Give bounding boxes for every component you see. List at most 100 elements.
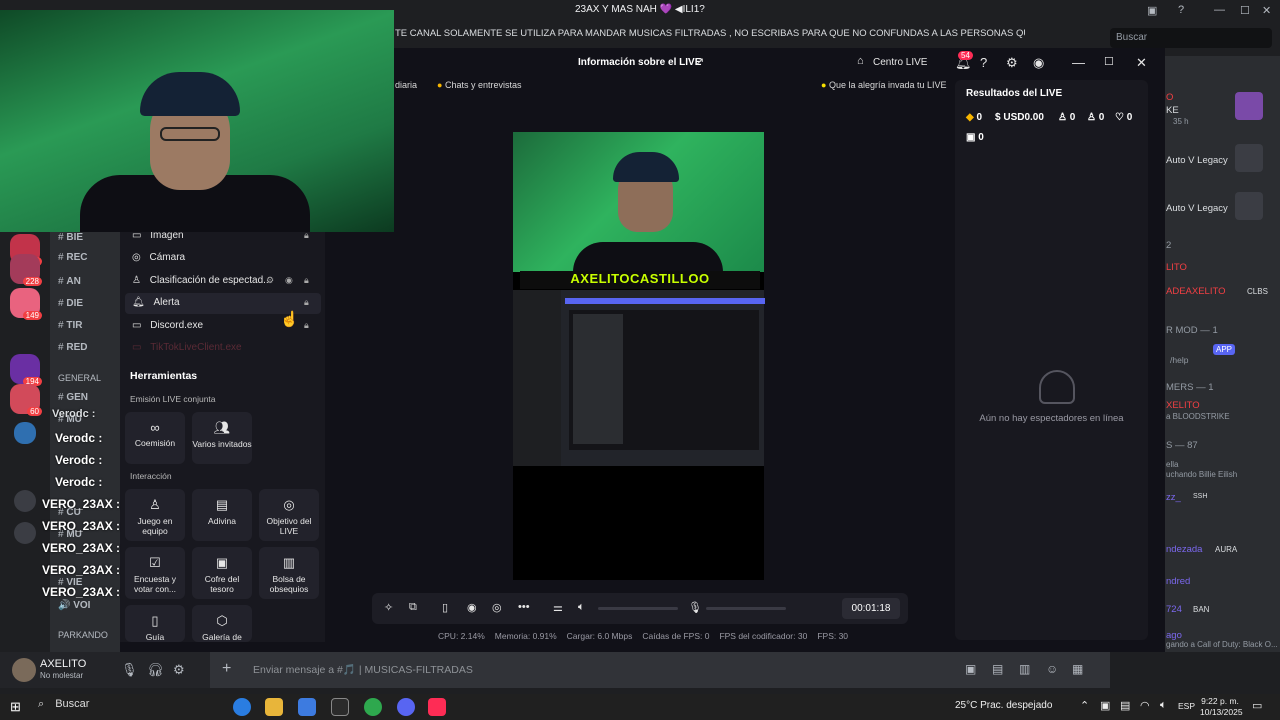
discord-search-input[interactable]: Buscar	[1110, 28, 1272, 48]
channel-item[interactable]: # REC	[58, 252, 87, 263]
help-icon[interactable]: ?	[1178, 4, 1184, 16]
guess-button[interactable]: ▤ Adivina	[192, 489, 252, 541]
taskbar-search[interactable]: ⌕ Buscar	[38, 698, 89, 711]
scene-tab[interactable]: ● Que la alegría invada tu LIVE	[821, 80, 947, 90]
message-input[interactable]: Enviar mensaje a #🎵 | MUSICAS-FILTRADAS	[253, 663, 473, 676]
close-icon[interactable]: ✕	[1262, 4, 1271, 17]
link-icon: ∞	[150, 420, 160, 435]
share-icon[interactable]: ↗	[695, 55, 704, 68]
channel-item[interactable]: # DIE	[58, 298, 83, 309]
live-goal-button[interactable]: ◎ Objetivo del LIVE	[259, 489, 319, 541]
target-icon: ◎	[283, 497, 295, 512]
channel-item[interactable]: # BIE	[58, 232, 83, 243]
sticker-icon[interactable]: ▥	[1019, 662, 1030, 676]
server-icon[interactable]: 149	[10, 288, 42, 320]
tray-icon[interactable]: ▤	[1120, 699, 1130, 712]
avatar[interactable]	[12, 658, 36, 682]
microphone-icon[interactable]: 🎙︎	[121, 662, 138, 678]
centro-live-link[interactable]: Centro LIVE	[873, 57, 927, 68]
gif-icon[interactable]: ▤	[992, 662, 1003, 676]
live-info-title[interactable]: Información sobre el LIVE	[578, 57, 701, 68]
record-icon[interactable]: ◉	[467, 601, 477, 614]
source-item[interactable]: 🔔︎ Alerta	[132, 297, 180, 308]
edge-icon[interactable]	[233, 698, 251, 716]
apps-icon[interactable]: ▦	[1072, 662, 1083, 676]
avatar[interactable]: ◉	[1033, 55, 1044, 71]
server-icon[interactable]: 228	[10, 254, 42, 286]
more-icon[interactable]: •••	[518, 601, 530, 613]
lock-icon[interactable]: 🔒︎	[304, 320, 309, 331]
close-icon[interactable]: ✕	[1136, 55, 1147, 71]
add-source-icon[interactable]: ⧉	[409, 601, 417, 614]
explorer-icon[interactable]	[265, 698, 283, 716]
interaction-title: Interacción	[130, 471, 172, 481]
sources-tools-panel: ▭ Imagen 🔒︎ ◎ Cámara ♙ Clasificación de …	[120, 230, 325, 642]
emoji-icon[interactable]: ☺	[1046, 662, 1058, 676]
magic-wand-icon[interactable]: ✧	[384, 601, 393, 614]
wifi-icon[interactable]: ◠	[1140, 699, 1150, 712]
volume-slider[interactable]	[598, 607, 678, 610]
maximize-icon[interactable]: ☐	[1240, 4, 1250, 17]
microphone-icon[interactable]: 🎙︎	[688, 601, 702, 614]
camera-icon[interactable]: ◎	[492, 601, 502, 614]
source-item[interactable]: ♙ Clasificación de espectad...	[132, 275, 271, 286]
speaker-icon[interactable]: 🔈︎	[578, 601, 585, 614]
mic-slider[interactable]	[706, 607, 786, 610]
server-icon[interactable]: 194	[10, 354, 42, 386]
minimize-icon[interactable]: —	[1072, 55, 1085, 70]
help-icon[interactable]: ?	[980, 55, 987, 70]
maximize-icon[interactable]: ☐	[1104, 55, 1114, 68]
window-title: 23AX Y MAS NAH 💜 ◀ILI1?	[575, 4, 705, 15]
studio-header: Información sobre el LIVE ↗ ⌂ Centro LIV…	[395, 48, 1165, 78]
phone-icon[interactable]: ▯	[442, 601, 448, 614]
gallery-button[interactable]: ⬡ Galería de	[192, 605, 252, 642]
team-game-button[interactable]: ♙ Juego en equipo	[125, 489, 185, 541]
category-general[interactable]: GENERAL	[58, 373, 101, 383]
lock-icon[interactable]: 🔒︎	[304, 275, 309, 286]
settings-icon[interactable]: ⚙	[266, 275, 274, 286]
username[interactable]: AXELITO	[40, 658, 86, 670]
chrome-icon[interactable]	[364, 698, 382, 716]
source-item[interactable]: ▭ Discord.exe	[132, 320, 203, 331]
category-parkando[interactable]: PARKANDO	[58, 630, 108, 640]
gift-icon[interactable]: ▣	[965, 662, 976, 676]
scene-tab[interactable]: ● Chats y entrevistas	[437, 80, 521, 90]
gift-bag-button[interactable]: ▥ Bolsa de obsequios	[259, 547, 319, 599]
add-attachment-icon[interactable]: +	[222, 660, 231, 678]
poll-button[interactable]: ☑ Encuesta y votar con...	[125, 547, 185, 599]
user-status: No molestar	[40, 671, 84, 680]
windows-start-icon[interactable]: ⊞	[10, 699, 21, 715]
scene-tab[interactable]: diaria	[395, 80, 417, 90]
source-item[interactable]: ▭ TikTokLiveClient.exe	[132, 342, 242, 353]
headphones-icon[interactable]: 🎧︎	[147, 662, 164, 678]
weather-widget[interactable]: 25°C Prac. despejado	[955, 700, 1052, 711]
channel-item[interactable]: # GEN	[58, 392, 88, 403]
channel-item[interactable]: # TIR	[58, 320, 82, 331]
tray-icon[interactable]: ▣	[1100, 699, 1110, 712]
mixer-icon[interactable]: ⚌	[553, 601, 563, 614]
channel-item[interactable]: # RED	[58, 342, 87, 353]
inbox-icon[interactable]: ▣	[1147, 4, 1157, 17]
discord-icon[interactable]	[397, 698, 415, 716]
guide-button[interactable]: ▯ Guía	[125, 605, 185, 642]
store-icon[interactable]	[298, 698, 316, 716]
app-icon[interactable]	[331, 698, 349, 716]
multi-guest-button[interactable]: 👥︎ Varios invitados	[192, 412, 252, 464]
channel-item[interactable]: # AN	[58, 276, 81, 287]
language-indicator[interactable]: ESP	[1178, 701, 1195, 711]
notification-icon[interactable]: ▭	[1252, 699, 1262, 712]
eye-icon[interactable]: ◉	[285, 275, 293, 286]
lock-icon[interactable]: 🔒︎	[304, 297, 309, 308]
notification-badge: 54	[958, 51, 973, 60]
home-icon[interactable]: ⌂	[857, 55, 864, 67]
treasure-chest-button[interactable]: ▣ Cofre del tesoro	[192, 547, 252, 599]
volume-icon[interactable]: 🔈︎	[1160, 699, 1167, 712]
minimize-icon[interactable]: —	[1214, 4, 1225, 16]
settings-icon[interactable]: ⚙	[173, 662, 185, 678]
settings-icon[interactable]: ⚙	[1006, 55, 1018, 71]
chevron-up-icon[interactable]: ⌃	[1080, 699, 1089, 712]
tiktok-icon[interactable]	[428, 698, 446, 716]
coemision-button[interactable]: ∞ Coemisión	[125, 412, 185, 464]
source-item[interactable]: ◎ Cámara	[132, 252, 185, 263]
taskbar-clock[interactable]: 9:22 p. m. 10/13/2025	[1200, 696, 1243, 718]
